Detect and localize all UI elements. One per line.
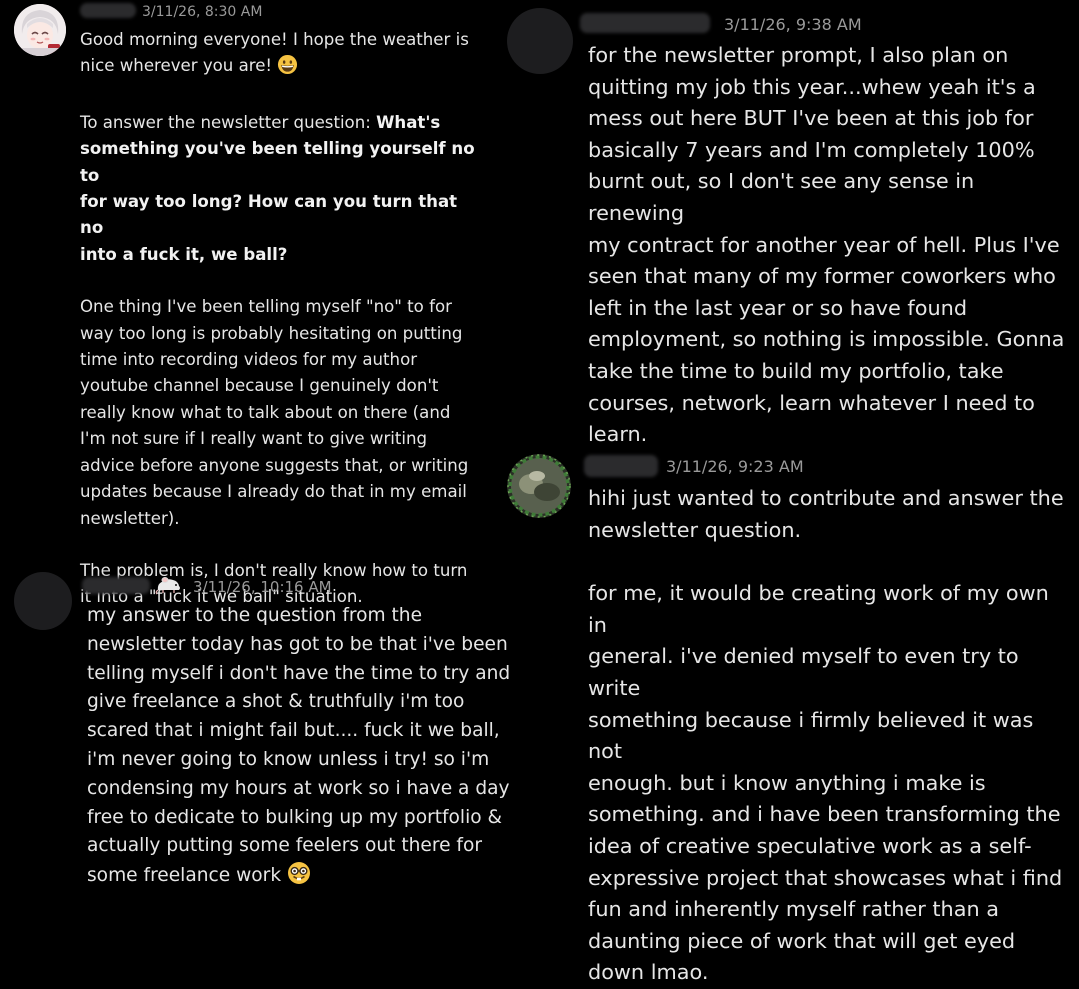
message-paragraph: Good morning everyone! I hope the weathe… [80, 27, 480, 84]
anime-avatar-icon [14, 4, 66, 56]
message-paragraph: for me, it would be creating work of my … [588, 581, 1063, 985]
redacted-username[interactable] [580, 13, 710, 33]
message-timestamp: 3/11/26, 10:16 AM [193, 578, 332, 596]
message-paragraph: my answer to the question from the newsl… [87, 602, 512, 895]
redacted-avatar[interactable] [507, 8, 573, 74]
message-paragraph: To answer the newsletter question: What'… [80, 110, 480, 268]
nature-avatar-icon [507, 454, 571, 518]
message-paragraph: for the newsletter prompt, I also plan o… [588, 43, 1065, 447]
message-paragraph: One thing I've been telling myself "no" … [80, 297, 469, 528]
rat-badge-icon [155, 575, 183, 599]
grinning-face-emoji [277, 54, 298, 83]
redacted-username[interactable] [80, 3, 136, 18]
message-timestamp: 3/11/26, 9:23 AM [666, 457, 804, 476]
message-body: Good morning everyone! I hope the weathe… [80, 27, 480, 611]
redacted-username[interactable] [584, 455, 658, 477]
greeting-text: Good morning everyone! I hope the weathe… [80, 30, 469, 76]
message-body: my answer to the question from the newsl… [87, 602, 512, 895]
redacted-username[interactable] [82, 577, 150, 594]
message-paragraph: hihi just wanted to contribute and answe… [588, 486, 1064, 542]
bold-question: What's something you've been telling you… [80, 112, 475, 264]
message-timestamp: 3/11/26, 8:30 AM [142, 4, 263, 20]
user-avatar-nature[interactable] [507, 454, 571, 518]
redacted-avatar[interactable] [14, 572, 72, 630]
message-text: my answer to the question from the newsl… [87, 605, 511, 887]
message-body: for the newsletter prompt, I also plan o… [588, 40, 1073, 451]
nerd-face-emoji [287, 861, 311, 895]
message-body: hihi just wanted to contribute and answe… [588, 483, 1073, 989]
question-intro: To answer the newsletter question: [80, 112, 371, 132]
message-timestamp: 3/11/26, 9:38 AM [724, 15, 862, 34]
user-avatar-anime[interactable] [14, 4, 66, 56]
